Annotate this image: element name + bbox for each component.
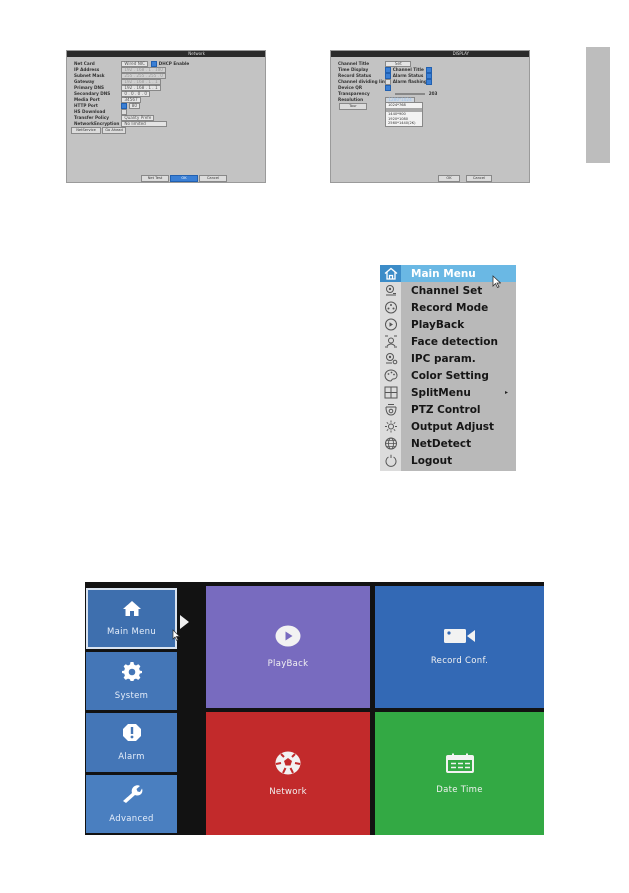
mouse-cursor-icon — [172, 626, 181, 645]
ok-button[interactable]: OK — [438, 175, 460, 182]
active-pointer-arrow — [180, 615, 189, 629]
transparency-slider[interactable] — [395, 93, 426, 95]
tile-network[interactable]: Network — [206, 712, 370, 835]
display-dialog: DISPLAY Channel Title Set Time Display C… — [330, 50, 530, 183]
alarm-alert-icon — [122, 723, 142, 746]
video-camera-icon — [443, 628, 476, 648]
record-reel-icon — [380, 299, 401, 316]
network-dialog: Network Net Card Wired NIC DHCP Enable I… — [66, 50, 266, 183]
wrench-icon — [121, 784, 143, 808]
media-port-row: Media Port 34567 — [74, 97, 141, 103]
power-icon — [380, 452, 401, 469]
home-icon — [122, 600, 142, 621]
cancel-button[interactable]: Cancel — [199, 175, 227, 182]
grid-split-icon — [380, 384, 401, 401]
net-test-button[interactable]: Net Test — [141, 175, 169, 182]
network-dialog-title: Network — [67, 51, 265, 57]
resolution-dropdown-list: 1024*768 1280*1024 1440*900 1920*1080 25… — [385, 102, 423, 127]
play-circle-icon — [275, 625, 301, 651]
mouse-cursor-icon — [492, 273, 502, 292]
transfer-policy-row: Transfer Policy Quality Prefe — [74, 115, 155, 121]
submenu-arrow-icon: ▸ — [504, 389, 508, 396]
menu-item-color-setting[interactable]: Color Setting — [380, 367, 516, 384]
tile-playback[interactable]: PlayBack — [206, 586, 370, 708]
face-detection-icon — [380, 333, 401, 350]
sidebar-item-alarm[interactable]: Alarm — [86, 713, 177, 772]
device-qr-row: Device QR — [338, 85, 392, 91]
hs-download-row: HS Download — [74, 109, 128, 115]
channel-dividing-row: Channel dividing line Alarm flashing — [338, 79, 433, 85]
ip-address-row: IP Address 192 . 168 . 1 . 100 — [74, 67, 166, 73]
main-menu-screen: Main Menu System Alarm Advanced PlayBack… — [85, 582, 544, 835]
ok-button[interactable]: OK — [170, 175, 198, 182]
palette-icon — [380, 367, 401, 384]
tour-button[interactable]: Tour — [339, 103, 367, 110]
sidebar-item-system[interactable]: System — [86, 652, 177, 710]
secondary-dns-row: Secondary DNS 0 . 0 . 0 . 0 — [74, 91, 150, 97]
tile-record-conf[interactable]: Record Conf. — [375, 586, 544, 708]
cancel-button[interactable]: Cancel — [466, 175, 492, 182]
go-ahead-button[interactable]: Go Ahead — [102, 127, 126, 134]
ipc-camera-icon — [380, 350, 401, 367]
menu-item-ipc-param[interactable]: IPC param. — [380, 350, 516, 367]
channel-title-row: Channel Title Set — [338, 61, 412, 67]
menu-item-output-adjust[interactable]: Output Adjust — [380, 418, 516, 435]
menu-item-logout[interactable]: Logout — [380, 452, 516, 469]
net-service-button[interactable]: NetService — [71, 127, 101, 134]
brightness-icon — [380, 418, 401, 435]
gear-icon — [121, 661, 142, 685]
alarm-flashing-checkbox[interactable] — [426, 79, 433, 85]
transparency-value: 203 — [428, 91, 438, 96]
time-display-row: Time Display Channel Title — [338, 67, 433, 73]
http-port-field[interactable]: 80 — [128, 103, 141, 109]
gateway-row: Gateway 192 . 168 . 1 . 1 — [74, 79, 161, 85]
subnet-mask-row: Subnet Mask 255 . 255 . 255 . 0 — [74, 73, 166, 79]
tile-date-time[interactable]: Date Time — [375, 712, 544, 835]
transparency-row: Transparency 203 — [338, 91, 438, 96]
http-port-row: HTTP Port 80 — [74, 103, 141, 109]
menu-item-split-menu[interactable]: SplitMenu ▸ — [380, 384, 516, 401]
network-encryption-select[interactable]: No limited — [121, 121, 168, 127]
primary-dns-row: Primary DNS 192 . 168 . 1 . 1 — [74, 85, 161, 91]
resolution-option[interactable]: 2560*1440(2K) — [386, 121, 422, 126]
display-dialog-title: DISPLAY — [331, 51, 529, 57]
play-circle-icon — [380, 316, 401, 333]
context-menu: Main Menu Channel Set Record Mode PlayBa… — [380, 265, 516, 471]
sidebar-item-main-menu[interactable]: Main Menu — [86, 588, 177, 649]
network-ball-icon — [275, 751, 301, 779]
globe-icon — [380, 435, 401, 452]
net-card-row: Net Card Wired NIC DHCP Enable — [74, 61, 190, 67]
record-status-row: Record Status Alarm Status — [338, 73, 433, 79]
menu-item-netdetect[interactable]: NetDetect — [380, 435, 516, 452]
camera-channel-icon — [380, 282, 401, 299]
menu-item-record-mode[interactable]: Record Mode — [380, 299, 516, 316]
home-icon — [380, 265, 401, 282]
menu-item-ptz-control[interactable]: PTZ Control — [380, 401, 516, 418]
network-encryption-row: NetworkEncryption No limited — [74, 121, 168, 127]
ptz-camera-icon — [380, 401, 401, 418]
menu-item-playback[interactable]: PlayBack — [380, 316, 516, 333]
sidebar-item-advanced[interactable]: Advanced — [86, 775, 177, 833]
calendar-icon — [445, 753, 474, 777]
menu-item-face-detection[interactable]: Face detection — [380, 333, 516, 350]
page-edge-tab — [586, 47, 610, 163]
